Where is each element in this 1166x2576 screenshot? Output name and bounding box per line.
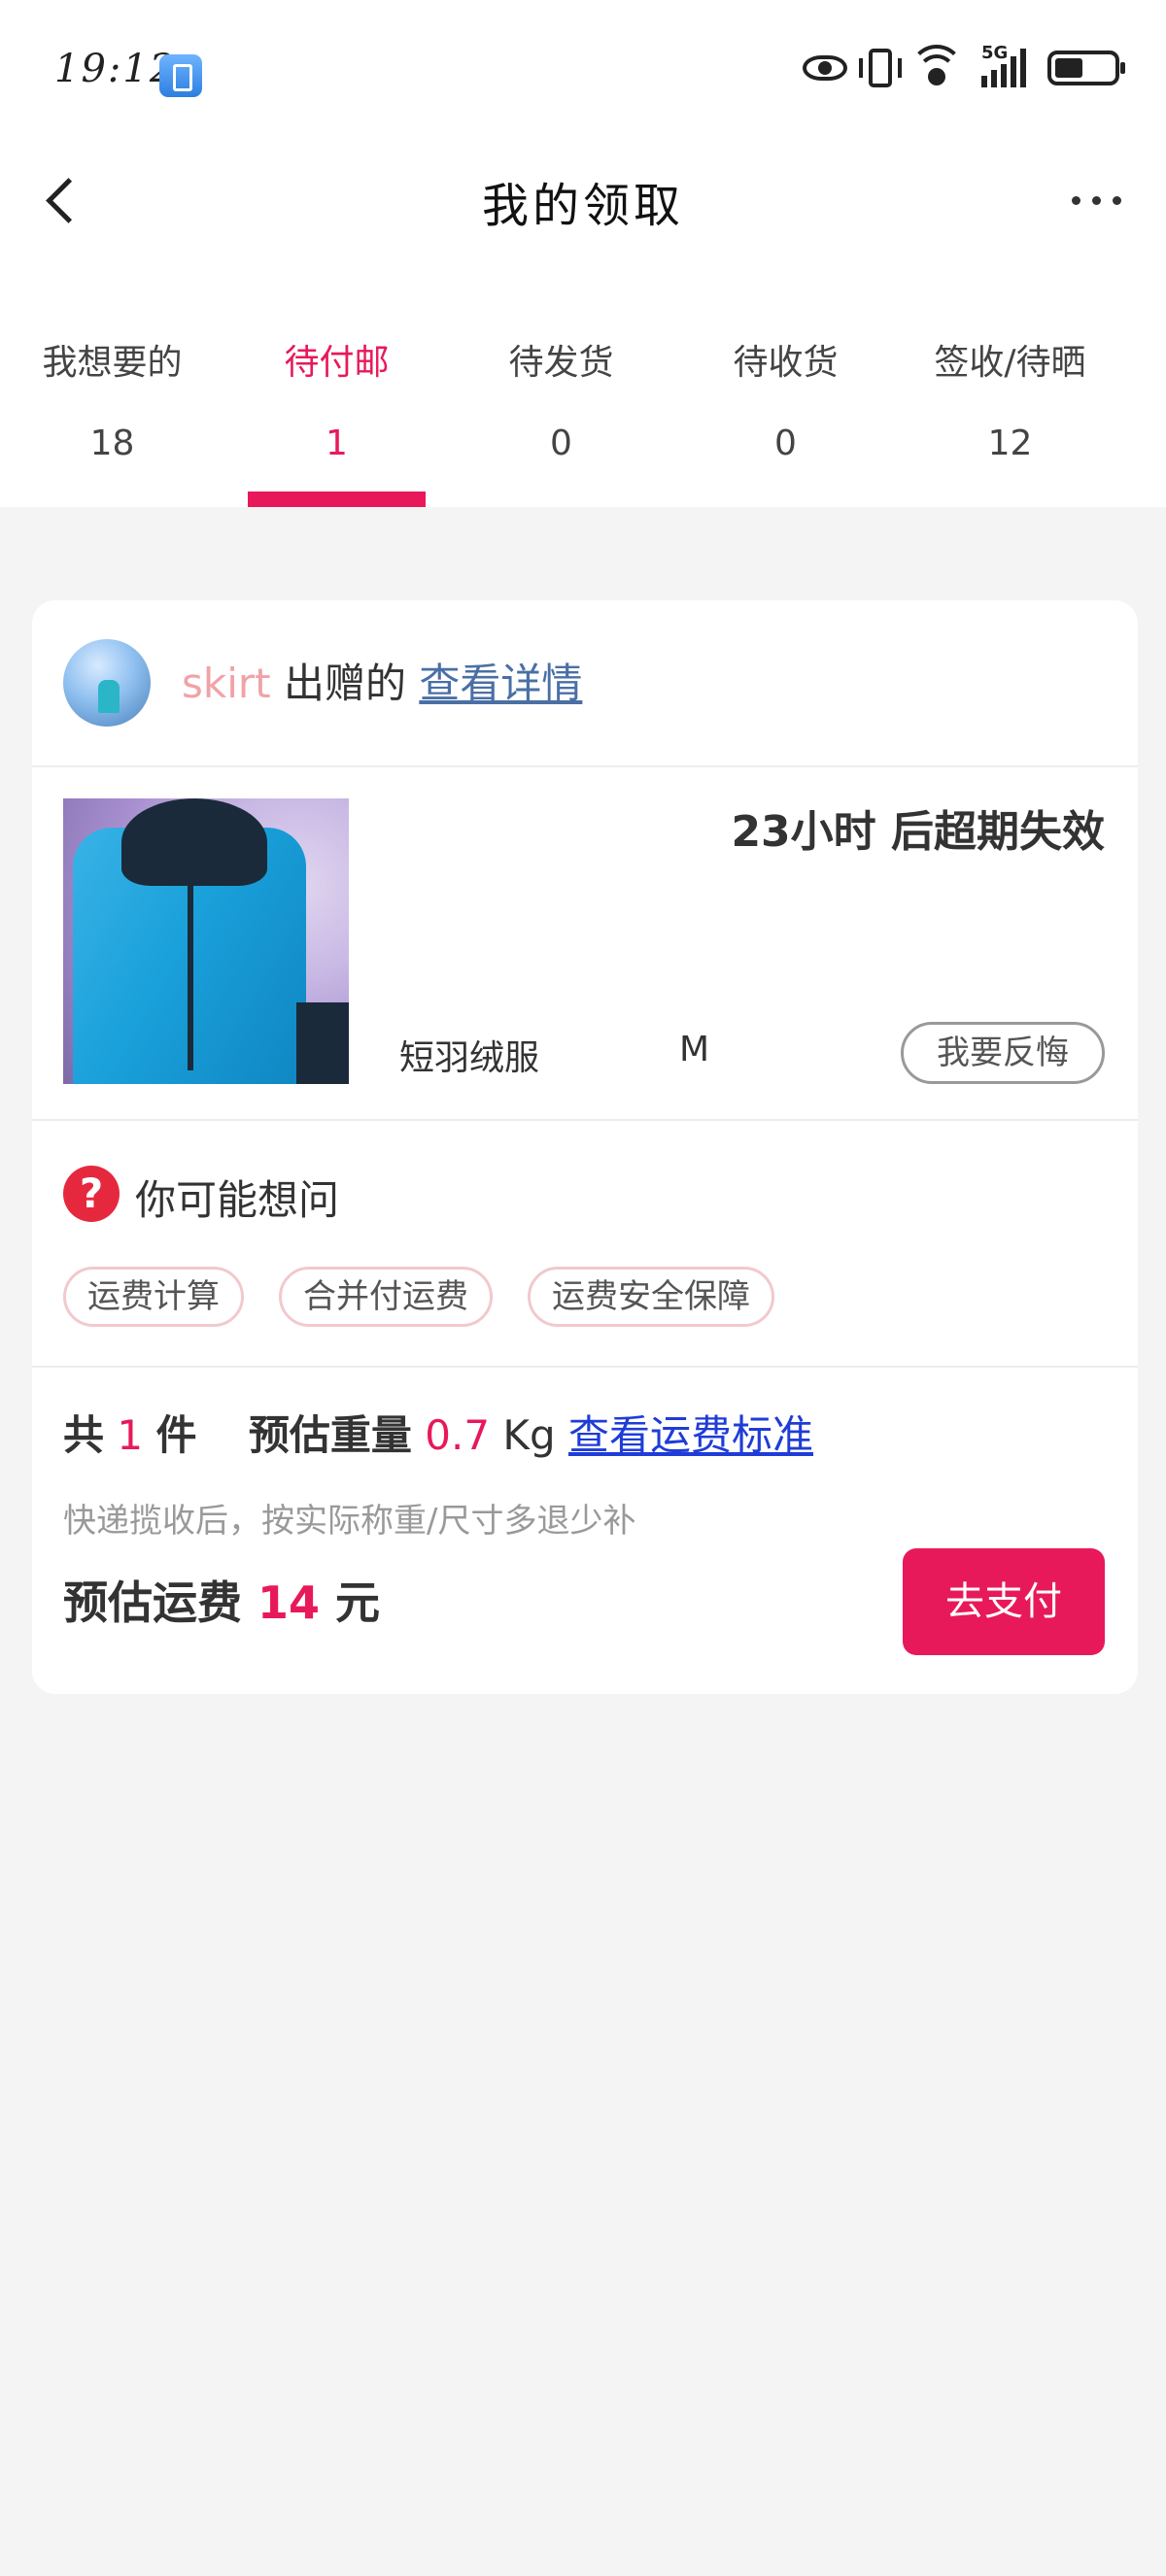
status-icons: 5G [803,43,1125,87]
tab-count: 18 [89,424,135,463]
eye-icon [803,55,847,81]
top-panel: 19:12 5G 我的领取 我想要的 18 待付邮 1 待发货 0 待收货 0 … [0,0,1166,507]
faq-chip-shipping-calc[interactable]: 运费计算 [63,1267,244,1327]
giver-suffix: 出赠的 [283,660,406,707]
status-bar: 19:12 5G [0,0,1166,146]
page-title: 我的领取 [481,179,684,233]
expire-countdown: 23小时 后超期失效 [731,807,1105,857]
shipping-standard-link[interactable]: 查看运费标准 [568,1411,813,1459]
order-tabs: 我想要的 18 待付邮 1 待发货 0 待收货 0 签收/待晒 12 [0,321,1166,507]
weight-value: 0.7 [425,1411,491,1459]
tab-wanted[interactable]: 我想要的 18 [0,321,224,507]
tab-count: 0 [550,424,572,463]
network-type: 5G [981,43,1009,63]
tab-pending-shipment[interactable]: 待发货 0 [449,321,673,507]
tab-label: 待付邮 [284,343,390,383]
count-prefix: 共 [63,1411,105,1459]
product-size: M [679,1030,710,1069]
weight-label: 预估重量 [248,1411,412,1459]
fee-value: 14 [257,1576,321,1629]
giver-avatar[interactable] [63,639,151,727]
faq-chip-shipping-protection[interactable]: 运费安全保障 [528,1267,774,1327]
faq-section: ? 你可能想问 运费计算 合并付运费 运费安全保障 [32,1119,1138,1368]
battery-icon [1047,51,1125,85]
wifi-icon [909,45,964,87]
giver-row: skirt 出赠的 查看详情 [32,600,1138,767]
notification-app-icon [159,54,202,97]
tab-pending-postage[interactable]: 待付邮 1 [224,321,449,507]
tab-count: 1 [326,424,348,463]
tab-label: 签收/待晒 [934,343,1086,383]
signal-icon: 5G [981,43,1026,87]
tab-pending-receipt[interactable]: 待收货 0 [673,321,898,507]
giver-name[interactable]: skirt [182,660,271,707]
payment-summary: 共 1 件 预估重量 0.7 Kg 查看运费标准 快递揽收后，按实际称重/尺寸多… [32,1366,1138,1694]
shipping-note: 快递揽收后，按实际称重/尺寸多退少补 [63,1502,636,1541]
tab-label: 待发货 [508,343,614,383]
tab-count: 0 [774,424,797,463]
status-time: 19:12 [54,47,177,91]
pay-button[interactable]: 去支付 [903,1548,1105,1655]
regret-button[interactable]: 我要反悔 [901,1022,1105,1084]
tab-signed-review[interactable]: 签收/待晒 12 [898,321,1122,507]
giver-line: skirt 出赠的 查看详情 [182,651,582,710]
tab-label: 待收货 [733,343,839,383]
estimated-fee: 预估运费 14 元 [63,1568,380,1632]
fee-label: 预估运费 [63,1576,242,1629]
faq-chips: 运费计算 合并付运费 运费安全保障 [63,1267,774,1327]
faq-title: 你可能想问 [135,1176,340,1224]
item-count: 1 [117,1411,144,1459]
more-options-button[interactable] [1072,196,1121,205]
vibrate-icon [859,49,902,87]
count-suffix: 件 [155,1411,197,1459]
view-details-link[interactable]: 查看详情 [419,660,582,707]
tab-label: 我想要的 [42,343,183,383]
weight-unit: Kg [502,1411,556,1459]
faq-chip-combined-shipping[interactable]: 合并付运费 [279,1267,493,1327]
fee-unit: 元 [335,1576,381,1629]
order-card: skirt 出赠的 查看详情 23小时 后超期失效 短羽绒服 M 我要反悔 ? … [32,600,1138,1694]
question-icon: ? [63,1166,120,1222]
product-name: 短羽绒服 [399,1038,540,1078]
product-row: 23小时 后超期失效 短羽绒服 M 我要反悔 [32,765,1138,1121]
summary-line: 共 1 件 预估重量 0.7 Kg 查看运费标准 [63,1403,813,1462]
product-image[interactable] [63,798,349,1084]
tab-count: 12 [987,424,1033,463]
